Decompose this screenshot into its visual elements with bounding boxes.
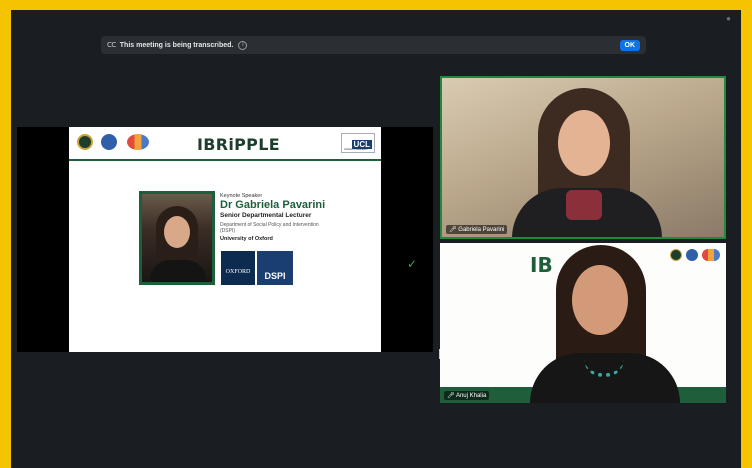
speaker-name: Dr Gabriela Pavarini: [220, 199, 326, 211]
ok-button[interactable]: OK: [619, 39, 640, 51]
oxford-logo: OXFORD: [221, 251, 255, 285]
school-crest-icon: [77, 134, 93, 150]
brand-title: IBRiPPLE: [197, 135, 280, 154]
speaker-department: Department of Social Policy and Interven…: [220, 222, 319, 234]
captions-icon: CC: [107, 41, 116, 49]
dspi-logo: DSPI: [257, 251, 293, 285]
shared-screen: IBRiPPLE UCL Institute of Education Keyn…: [17, 127, 442, 359]
presentation-slide: IBRiPPLE UCL Institute of Education Keyn…: [69, 127, 381, 352]
transcription-banner: CC This meeting is being transcribed. i …: [101, 36, 646, 54]
video-tile-gabriela[interactable]: 🎤︎ Gabriela Pavarini: [440, 76, 726, 239]
info-icon[interactable]: i: [238, 40, 248, 50]
mic-icon: 🎤︎: [449, 227, 459, 233]
video-tile-anuj[interactable]: IB 🎤︎ Anuj Khalia: [440, 243, 726, 403]
school-crest-icon: [670, 249, 682, 261]
ib-background-logo: IB: [530, 253, 553, 277]
partner-logo-icon: [127, 134, 149, 150]
checkmark-icon: ✓: [407, 257, 418, 271]
window-dot-icon[interactable]: ●: [726, 14, 731, 23]
participant-name-label: 🎤︎ Gabriela Pavarini: [446, 225, 508, 234]
ib-logo-icon: [686, 249, 698, 261]
speaker-university: University of Oxford: [220, 236, 273, 242]
background-logos: [670, 249, 720, 261]
mic-icon: 🎤︎: [447, 393, 456, 399]
partner-logo-icon: [702, 249, 720, 261]
transcription-text: This meeting is being transcribed.: [119, 41, 234, 49]
speaker-role: Senior Departmental Lecturer: [220, 212, 312, 219]
participant-name-label: 🎤︎ Anuj Khalia: [444, 391, 490, 400]
ib-logo-icon: [101, 134, 117, 150]
speaker-photo: [139, 191, 215, 285]
ucl-logo: UCL Institute of Education: [341, 133, 375, 153]
ucl-caption: Institute of Education: [344, 148, 368, 151]
meeting-window: ● CC This meeting is being transcribed. …: [11, 10, 741, 468]
slide-header: IBRiPPLE UCL Institute of Education: [69, 127, 381, 161]
